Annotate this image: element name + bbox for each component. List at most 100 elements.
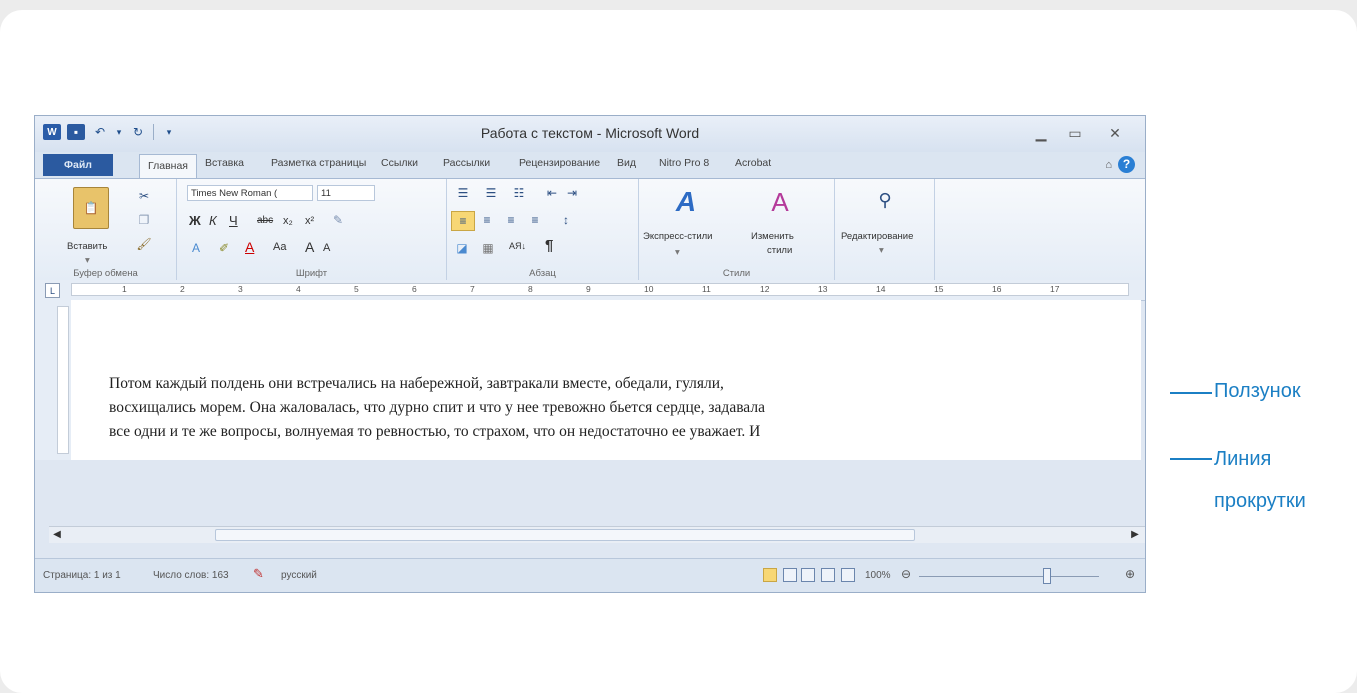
justify-icon[interactable]: ≡ [525,211,545,229]
quick-styles-icon[interactable]: A [669,185,703,219]
numbering-icon[interactable]: ☰ [479,185,503,201]
paste-icon[interactable]: 📋 [73,187,109,229]
paste-label[interactable]: Вставить [67,241,107,252]
editing-label[interactable]: Редактирование [841,231,913,242]
tab-file[interactable]: Файл [43,154,113,176]
grow-font-button[interactable]: A [305,239,314,255]
align-right-icon[interactable]: ≡ [501,211,521,229]
document-text[interactable]: Потом каждый полдень они встречались на … [109,372,1129,444]
zoom-level[interactable]: 100% [865,570,891,581]
shrink-font-button[interactable]: A [323,242,330,254]
styles-group-label: Стили [722,268,751,279]
line-spacing-icon[interactable]: ↕ [555,211,577,229]
maximize-button[interactable]: ▭ [1061,122,1089,144]
font-group: Times New Roman ( 11 Ж К Ч abc x₂ x² ✎ A… [177,179,447,281]
shading-icon[interactable]: ◪ [451,239,473,257]
clear-formatting-icon[interactable]: ✎ [329,211,347,229]
ruler-tick: 3 [238,284,243,294]
sort-button[interactable]: АЯ↓ [509,241,526,251]
strikethrough-button[interactable]: abc [257,215,273,226]
align-center-icon[interactable]: ≡ [477,211,497,229]
scroll-right-icon[interactable]: ▶ [1127,528,1143,542]
quick-styles-dropdown-icon[interactable]: ▾ [675,247,680,258]
page-count[interactable]: Страница: 1 из 1 [43,570,121,581]
print-layout-icon[interactable] [763,568,777,582]
multilevel-list-icon[interactable]: ☷ [507,185,531,201]
change-case-button[interactable]: Aa [273,241,286,253]
tab-selector-icon[interactable]: L [45,283,60,298]
paragraph-group-label: Абзац [529,268,556,279]
horizontal-scrollbar[interactable]: ◀ ▶ [49,526,1145,543]
tab-review[interactable]: Рецензирование [519,157,600,169]
ruler-tick: 15 [934,284,944,294]
draft-icon[interactable] [841,568,855,582]
text-effects-icon[interactable]: A [187,239,205,257]
quick-styles-label[interactable]: Экспресс-стили [643,231,712,242]
zoom-slider[interactable] [919,576,1099,577]
decrease-indent-icon[interactable]: ⇤ [543,185,561,201]
ruler-tick: 17 [1050,284,1060,294]
bullets-icon[interactable]: ☰ [451,185,475,201]
tab-home[interactable]: Главная [139,154,197,178]
vertical-ruler [35,300,71,460]
font-color-button[interactable]: A [245,239,254,255]
horizontal-scroll-thumb[interactable] [215,529,915,541]
ruler-tick: 1 [122,284,127,294]
align-left-icon[interactable]: ≡ [451,211,475,231]
underline-button[interactable]: Ч [229,213,238,228]
ruler-tick: 9 [586,284,591,294]
borders-icon[interactable]: ▦ [477,239,499,257]
font-name-select[interactable]: Times New Roman ( [187,185,313,201]
tab-view[interactable]: Вид [617,157,636,169]
zoom-out-icon[interactable]: ⊖ [901,567,911,581]
close-button[interactable]: ✕ [1101,122,1129,144]
font-size-select[interactable]: 11 [317,185,375,201]
tab-page-layout[interactable]: Разметка страницы [271,157,366,169]
ruler-tick: 4 [296,284,301,294]
word-window: W ▪ ↶ ▾ ↻ ▾ Работа с текстом - Microsoft… [34,115,1146,593]
scroll-left-icon[interactable]: ◀ [49,528,65,542]
increase-indent-icon[interactable]: ⇥ [563,185,581,201]
tab-references[interactable]: Ссылки [381,157,418,169]
ruler-tick: 11 [702,284,711,294]
editing-dropdown-icon[interactable]: ▾ [879,245,884,256]
highlight-icon[interactable]: ✐ [215,239,233,257]
cut-icon[interactable]: ✂ [135,187,153,205]
font-group-label: Шрифт [295,268,328,279]
format-painter-icon[interactable]: 🖌 [135,235,153,253]
copy-icon[interactable]: ❐ [135,211,153,229]
paste-dropdown-icon[interactable]: ▾ [85,255,90,266]
web-layout-icon[interactable] [801,568,815,582]
zoom-slider-thumb[interactable] [1043,568,1051,584]
outline-icon[interactable] [821,568,835,582]
zoom-in-icon[interactable]: ⊕ [1125,567,1135,581]
tab-acrobat[interactable]: Acrobat [735,157,771,169]
bold-button[interactable]: Ж [189,213,201,228]
subscript-button[interactable]: x₂ [283,215,293,227]
minimize-button[interactable]: ▁ [1027,122,1055,144]
minimize-ribbon-icon[interactable]: ⌂ [1105,159,1112,171]
change-styles-icon[interactable]: A [763,185,797,219]
ribbon-tabs: Файл Главная Вставка Разметка страницы С… [35,152,1145,178]
change-styles-label-1[interactable]: Изменить [751,231,794,242]
document-page[interactable]: Потом каждый полдень они встречались на … [71,300,1141,460]
superscript-button[interactable]: x² [305,215,314,227]
tab-nitro[interactable]: Nitro Pro 8 [659,157,709,169]
help-icon[interactable]: ? [1118,156,1135,173]
language-indicator[interactable]: русский [281,570,317,581]
word-count[interactable]: Число слов: 163 [153,570,229,581]
tab-insert[interactable]: Вставка [205,157,244,169]
italic-button[interactable]: К [209,213,217,228]
proofing-icon[interactable]: ✎ [253,566,264,582]
vertical-ruler-bar[interactable] [57,306,69,454]
find-binoculars-icon[interactable]: ⚲ [871,187,899,213]
show-marks-button[interactable]: ¶ [545,237,553,254]
ruler-tick: 2 [180,284,185,294]
full-screen-reading-icon[interactable] [783,568,797,582]
tab-mailings[interactable]: Рассылки [443,157,490,169]
ruler-bar[interactable]: 1 2 3 4 5 6 7 8 9 10 11 12 13 14 15 16 1… [71,283,1129,296]
styles-group: A Экспресс-стили ▾ A Изменить стили Стил… [639,179,835,281]
callout-scroll-label-2: прокрутки [1214,490,1306,512]
change-styles-label-2[interactable]: стили [767,245,792,256]
ribbon: 📋 Вставить ▾ ✂ ❐ 🖌 Буфер обмена Times Ne… [35,178,1145,282]
